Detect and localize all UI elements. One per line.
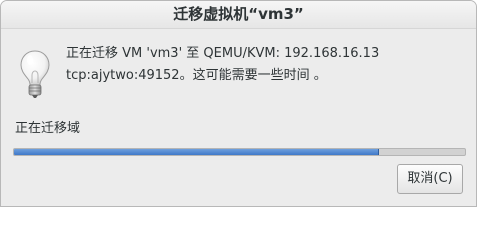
migration-progress-bar — [13, 148, 466, 156]
migrate-dialog: 迁移虚拟机“vm3” 正在迁移 VM 'vm3' 至 QEMU/KVM: 192… — [0, 0, 477, 207]
lightbulb-icon — [20, 50, 50, 98]
dialog-title: 迁移虚拟机“vm3” — [173, 5, 304, 23]
message-line-2: tcp:ajytwo:49152。这可能需要一些时间 。 — [66, 68, 327, 83]
message-line-1: 正在迁移 VM 'vm3' 至 QEMU/KVM: 192.168.16.13 — [66, 46, 380, 61]
status-label: 正在迁移域 — [15, 121, 81, 136]
progress-fill — [14, 149, 380, 155]
migration-message: 正在迁移 VM 'vm3' 至 QEMU/KVM: 192.168.16.13 … — [66, 43, 466, 87]
title-bar[interactable]: 迁移虚拟机“vm3” — [1, 1, 476, 29]
cancel-button[interactable]: 取消(C) — [397, 164, 463, 194]
